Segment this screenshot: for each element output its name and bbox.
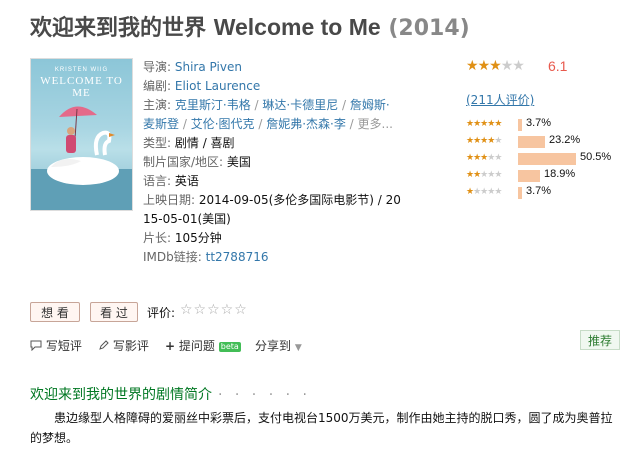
rating-bar [518,187,522,199]
writer-label: 编剧: [143,79,172,93]
beta-badge: beta [218,342,241,352]
cast-separator: / [179,117,191,131]
rating-bar-stars-icon: ★★★★★ [466,119,502,129]
movie-poster[interactable]: KRISTEN WIIG WELCOME TO ME [30,58,133,211]
caret-down-icon: ▼ [294,343,302,353]
write-review-link[interactable]: 写影评 [98,337,149,354]
rating-bar [518,136,545,148]
country-value: 美国 [226,155,251,169]
share-label: 分享到 [255,339,292,353]
language-label: 语言: [143,174,172,188]
rating-stars: ★★★★★ [466,57,525,74]
rating-bar-percent: 23.2% [549,134,581,146]
rating-panel: ★★★★★ 6.1 (211人评价) ★★★★★ 3.7% ★★★★★ 23.2% ★★… [466,57,636,199]
rating-star-icon: ★ [512,57,525,74]
rating-bar [518,119,522,131]
rating-votes-link[interactable]: (211人评价) [466,91,534,108]
genre-value: 剧情 / 喜剧 [174,136,235,150]
cast-separator: / [345,117,358,131]
genre-label: 类型: [143,136,172,150]
cast-separator: / [250,98,263,112]
cast-link[interactable]: 詹姆斯· [350,98,390,112]
poster-illustration [31,106,132,210]
cast-link[interactable]: 麦斯登 [143,117,179,131]
cast-separator: / [254,117,267,131]
rating-star-icon: ★ [477,57,491,74]
rating-bar-stars-icon: ★★★★★ [466,170,502,180]
summary-text: 患边缘型人格障碍的爱丽丝中彩票后，支付电视台1500万美元，制作由她主持的脱口秀… [30,411,613,445]
rating-bar-percent: 3.7% [526,117,552,129]
want-to-watch-button[interactable]: 想 看 [30,302,80,322]
plus-icon: + [165,339,176,353]
summary-heading-text: 欢迎来到我的世界的剧情简介 [30,387,212,403]
cast-link[interactable]: 克里斯汀·韦格 [175,98,251,112]
rating-star-icon: ★ [500,57,514,74]
write-review-label: 写影评 [112,339,149,353]
write-short-review-label: 写短评 [45,339,82,353]
runtime-label: 片长: [143,231,172,245]
title-cn: 欢迎来到我的世界 [30,16,207,41]
release-value-1: 2014-09-05(多伦多国际电影节) / 20 [198,193,401,207]
rating-bar-percent: 18.9% [544,168,576,180]
rating-bar-percent: 3.7% [526,185,552,197]
language-value: 英语 [174,174,199,188]
cast-separator: / [338,98,350,112]
pencil-icon [99,340,109,350]
watched-button[interactable]: 看 过 [90,302,138,322]
ask-question-link[interactable]: + 提问题 beta [165,337,241,354]
share-dropdown[interactable]: 分享到 ▼ [255,337,302,354]
cast-link[interactable]: 詹妮弗·杰森·李 [266,117,346,131]
rating-star-icon: ★ [466,57,479,74]
rating-bar [518,153,576,165]
rating-bar-stars-icon: ★★★★★ [466,136,502,146]
release-value-2: 15-05-01(美国) [143,212,231,226]
rate-stars-input[interactable]: ☆☆☆☆☆ [180,302,248,318]
rate-label: 评价: [147,306,176,320]
runtime-value: 105分钟 [174,231,222,245]
rating-bar-percent: 50.5% [580,151,612,163]
speech-bubble-icon [30,340,42,352]
release-label: 上映日期: [143,193,196,207]
cast-link[interactable]: 艾伦·图代克 [191,117,255,131]
imdb-link[interactable]: tt2788716 [206,250,269,264]
title-en: Welcome to Me [213,14,381,40]
summary-heading: 欢迎来到我的世界的剧情简介 · · · · · · [30,384,311,404]
cast-label: 主演: [143,98,172,112]
write-short-review-link[interactable]: 写短评 [30,337,82,354]
recommend-button[interactable]: 推荐 [580,330,620,350]
director-link[interactable]: Shira Piven [175,60,242,74]
rating-bar-stars-icon: ★★★★★ [466,187,502,197]
title-year: (2014) [388,16,470,41]
rating-bar [518,170,540,182]
imdb-label: IMDb链接: [143,250,202,264]
director-label: 导演: [143,60,172,74]
cast-link[interactable]: 琳达·卡德里尼 [262,98,338,112]
rating-star-icon: ★ [489,57,502,74]
movie-info: 导演: Shira Piven 编剧: Eliot Laurence 主演: 克… [143,58,401,267]
summary-heading-dots: · · · · · · [218,387,311,403]
rating-score: 6.1 [548,58,568,74]
cast-more-link[interactable]: 更多... [358,117,393,131]
rating-bar-stars-icon: ★★★★★ [466,153,502,163]
page-title: 欢迎来到我的世界 Welcome to Me (2014) [30,10,470,46]
ask-question-label: 提问题 [178,339,215,353]
country-label: 制片国家/地区: [143,155,224,169]
writer-link[interactable]: Eliot Laurence [175,79,260,93]
